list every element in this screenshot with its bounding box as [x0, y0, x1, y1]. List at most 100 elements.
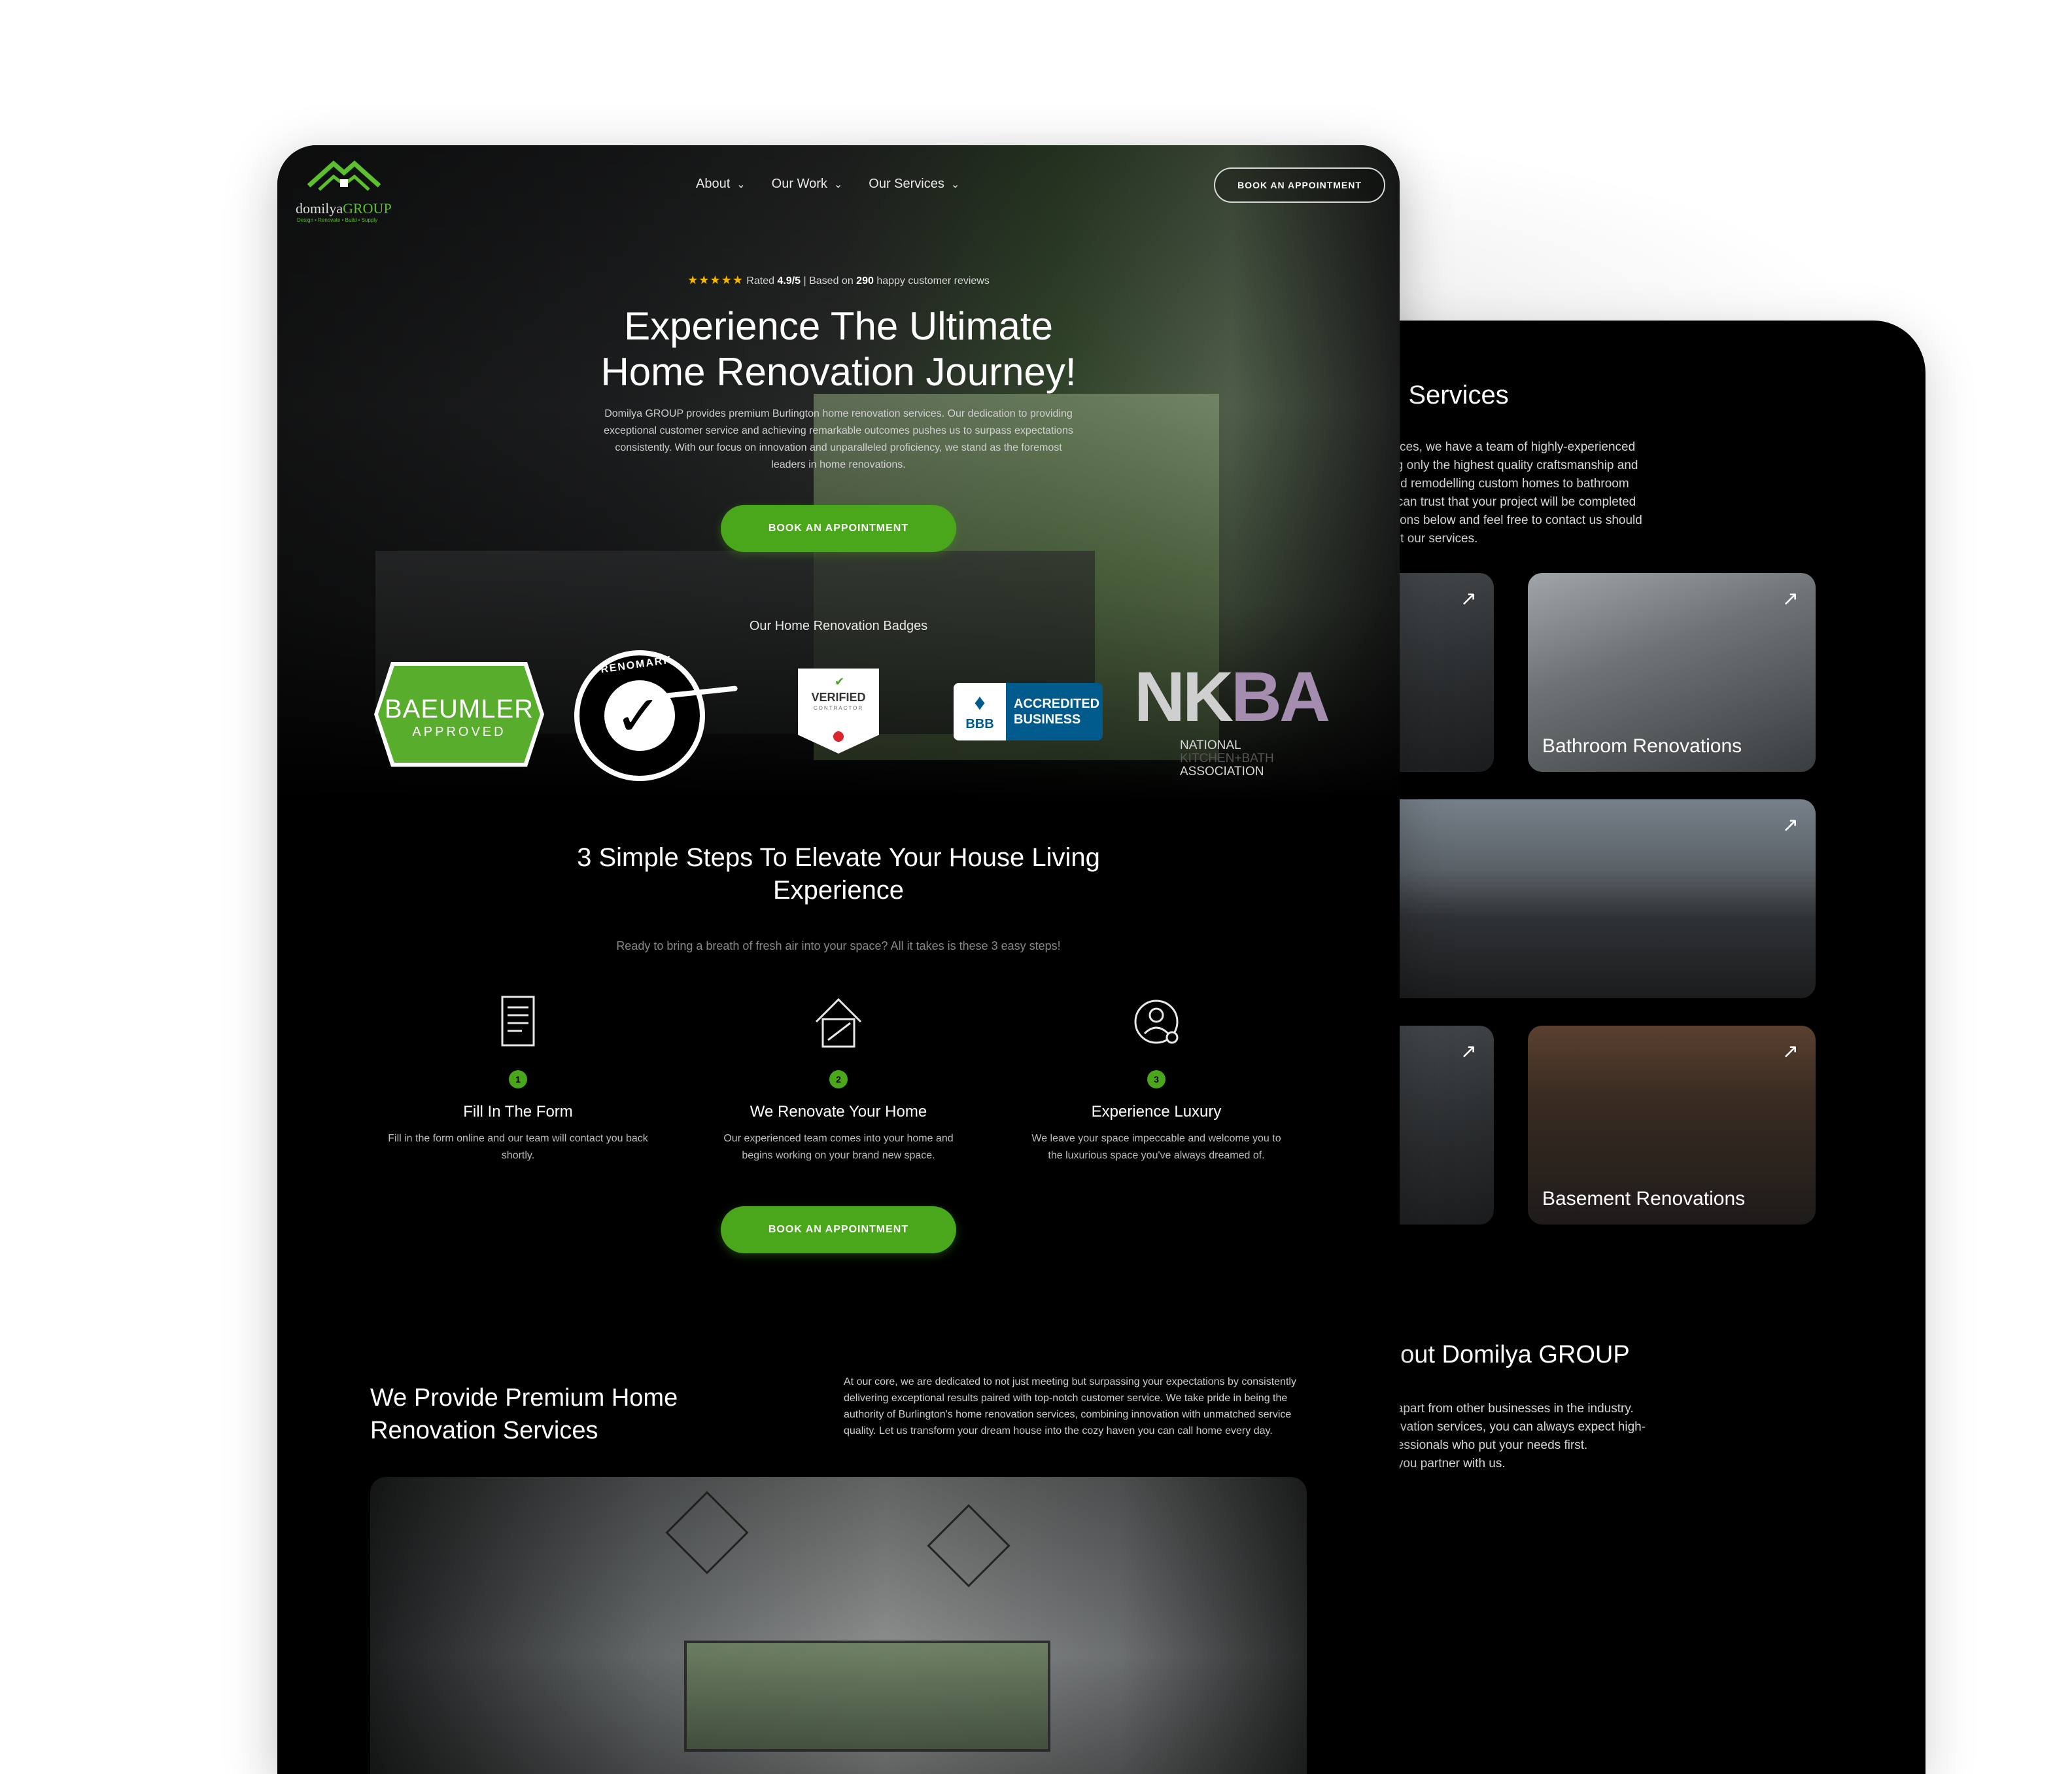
- checkmark-icon: ✔: [835, 675, 845, 688]
- badge-text: CONTRACTOR: [813, 705, 864, 711]
- arrow-icon: ↗: [1782, 1041, 1799, 1062]
- house-icon: [812, 993, 865, 1052]
- services-line: ing only the highest quality craftsmansh…: [1387, 459, 1638, 472]
- premium-title: We Provide Premium Home Renovation Servi…: [370, 1384, 678, 1444]
- badge-text: BA: [1231, 657, 1330, 736]
- badge-text: KITCHEN+BATH: [1180, 752, 1274, 765]
- step-number: 2: [829, 1070, 848, 1088]
- badge-text: BUSINESS: [1014, 712, 1081, 727]
- nav-item-our-work[interactable]: Our Work ⌄: [772, 177, 843, 192]
- step-title: We Renovate Your Home: [750, 1103, 927, 1121]
- torch-icon: ♦: [974, 690, 986, 715]
- bbb-text-panel: ACCREDITED BUSINESS: [1006, 683, 1103, 740]
- step-title: Experience Luxury: [1091, 1103, 1222, 1121]
- bbb-logo-panel: ♦ BBB: [954, 683, 1006, 740]
- step-number: 1: [509, 1070, 527, 1088]
- hero-title-line: Experience The Ultimate: [624, 304, 1053, 348]
- hero-title-line: Home Renovation Journey!: [600, 350, 1077, 394]
- pendant-lamp: [665, 1491, 749, 1574]
- step-title: Fill In The Form: [463, 1103, 573, 1121]
- rating-mid: | Based on: [803, 275, 854, 287]
- logo-name: domilya: [296, 200, 343, 217]
- nkba-text: NATIONAL KITCHEN+BATH ASSOCIATION: [1180, 739, 1274, 778]
- badge-text: VERIFIED: [811, 691, 866, 704]
- hero-book-appointment-button[interactable]: BOOK AN APPOINTMENT: [721, 505, 956, 552]
- nav-item-our-services[interactable]: Our Services ⌄: [869, 177, 959, 192]
- pendant-lamp: [927, 1504, 1010, 1588]
- steps-book-appointment-button[interactable]: BOOK AN APPOINTMENT: [721, 1206, 956, 1253]
- chevron-down-icon: ⌄: [736, 179, 746, 190]
- nav-label: Our Work: [771, 177, 827, 191]
- arrow-icon: ↗: [1460, 1041, 1477, 1062]
- chevron-down-icon: ⌄: [833, 179, 843, 190]
- arrow-icon: ↗: [1782, 588, 1799, 610]
- rating-suffix: happy customer reviews: [876, 275, 990, 287]
- main-nav: About ⌄ Our Work ⌄ Our Services ⌄: [696, 177, 959, 192]
- nkba-badge: NKBA NATIONAL KITCHEN+BATH ASSOCIATION: [1134, 655, 1330, 786]
- services-line: ptions below and feel free to contact us…: [1387, 513, 1642, 527]
- rating-prefix: Rated: [746, 275, 774, 287]
- logo-tagline: Design • Renovate • Build • Supply: [297, 217, 378, 223]
- premium-kitchen-image: [370, 1477, 1307, 1774]
- services-heading: g Services: [1387, 381, 1509, 409]
- site-logo[interactable]: domilyaGROUP Design • Renovate • Build •…: [296, 157, 400, 229]
- renomark-badge: ✓ RENOMARK: [574, 650, 738, 781]
- nav-item-about[interactable]: About ⌄: [696, 177, 746, 192]
- badge-text: NK: [1134, 657, 1234, 736]
- nav-label: Our Services: [869, 177, 944, 191]
- nav-book-appointment-button[interactable]: BOOK AN APPOINTMENT: [1214, 167, 1385, 203]
- badge-text: ACCREDITED: [1014, 697, 1100, 711]
- steps-title-line: Experience: [772, 876, 905, 905]
- nav-label: About: [696, 177, 731, 191]
- service-card-basement[interactable]: ↗ Basement Renovations: [1528, 1026, 1816, 1225]
- about-line: s apart from other businesses in the ind…: [1387, 1402, 1634, 1416]
- front-page-preview: domilyaGROUP Design • Renovate • Build •…: [277, 145, 1400, 1774]
- services-line: u can trust that your project will be co…: [1387, 495, 1636, 509]
- logo-group: GROUP: [343, 200, 392, 217]
- premium-description: At our core, we are dedicated to not jus…: [844, 1376, 1296, 1436]
- rating-count: 290: [856, 275, 874, 287]
- form-icon: [492, 993, 544, 1052]
- steps-title-line: 3 Simple Steps To Elevate Your House Liv…: [577, 843, 1100, 872]
- step-description: Fill in the form online and our team wil…: [388, 1133, 648, 1161]
- badge-text: BBB: [965, 717, 994, 731]
- hero-description: Domilya GROUP provides premium Burlingto…: [604, 408, 1073, 470]
- step-description: We leave your space impeccable and welco…: [1031, 1133, 1281, 1161]
- badge-text: NATIONAL: [1180, 739, 1241, 752]
- arrow-icon: ↗: [1782, 814, 1799, 836]
- services-line: out our services.: [1387, 532, 1478, 546]
- services-paragraph: rvices, we have a team of highly-experie…: [1387, 438, 1701, 548]
- baeumler-approved-badge: BAEUMLER APPROVED: [374, 662, 544, 767]
- steps-subtitle: Ready to bring a breath of fresh air int…: [616, 939, 1061, 952]
- badge-text: ASSOCIATION: [1180, 765, 1264, 778]
- badge-dot: [833, 731, 844, 742]
- roof-logo-icon: [307, 160, 381, 191]
- back-page-preview: g Services rvices, we have a team of hig…: [1308, 321, 1925, 1774]
- steps-title: 3 Simple Steps To Elevate Your House Liv…: [277, 841, 1400, 907]
- chevron-down-icon: ⌄: [950, 179, 960, 190]
- logo-wordmark: domilyaGROUP: [296, 200, 392, 217]
- arrow-icon: ↗: [1460, 588, 1477, 610]
- about-paragraph: s apart from other businesses in the ind…: [1387, 1400, 1701, 1473]
- rating-line: ★★★★★ Rated 4.9/5 | Based on 290 happy c…: [277, 273, 1400, 287]
- bbb-logo: ♦ BBB: [963, 688, 997, 735]
- service-card-label: Bathroom Renovations: [1542, 735, 1742, 757]
- service-card-bathroom[interactable]: ↗ Bathroom Renovations: [1528, 573, 1816, 772]
- luxury-icon: [1130, 993, 1183, 1052]
- kitchen-window: [684, 1641, 1050, 1752]
- about-line: ofessionals who put your needs first.: [1387, 1438, 1588, 1452]
- service-card-label: Basement Renovations: [1542, 1188, 1746, 1209]
- step-number: 3: [1147, 1070, 1166, 1088]
- services-line: rvices, we have a team of highly-experie…: [1387, 440, 1636, 454]
- badges-title: Our Home Renovation Badges: [749, 619, 928, 633]
- services-line: and remodelling custom homes to bathroom: [1387, 477, 1629, 491]
- step-description: Our experienced team comes into your hom…: [723, 1133, 954, 1161]
- badge-text: BAEUMLER: [384, 695, 534, 723]
- verified-contractor-badge: ✔ VERIFIED CONTRACTOR: [798, 669, 879, 754]
- badge-text: APPROVED: [412, 725, 506, 739]
- bbb-accredited-badge: ♦ BBB ACCREDITED BUSINESS: [954, 683, 1103, 740]
- star-rating-icon: ★★★★★: [687, 273, 744, 287]
- rating-value: 4.9/5: [777, 275, 801, 287]
- hero-title: Experience The Ultimate Home Renovation …: [277, 304, 1400, 395]
- nkba-logo: NKBA: [1134, 655, 1330, 737]
